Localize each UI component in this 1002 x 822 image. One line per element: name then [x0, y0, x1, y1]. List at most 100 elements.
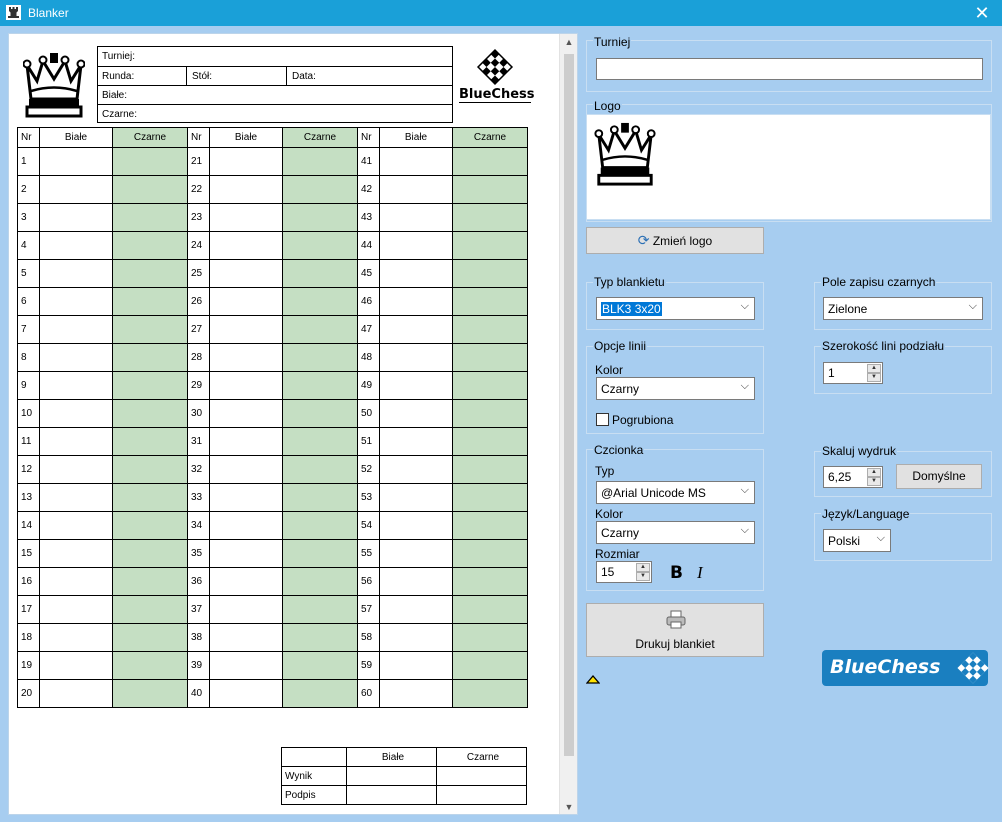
move-number: 54	[357, 511, 380, 540]
white-move-cell	[39, 259, 113, 288]
scroll-up-icon[interactable]: ▲	[560, 34, 577, 51]
black-move-cell	[452, 399, 528, 428]
white-move-cell	[39, 651, 113, 680]
bluechess-logo: BlueChess	[822, 650, 989, 686]
move-number: 45	[357, 259, 380, 288]
preview-scrollbar[interactable]: ▲ ▼	[559, 34, 577, 814]
czcionka-typ-label: Typ	[595, 464, 615, 478]
move-number: 9	[17, 371, 40, 400]
czcionka-kolor-select[interactable]: Czarny ⌵	[596, 521, 755, 544]
typ-blankietu-label: Typ blankietu	[593, 275, 666, 289]
move-number: 14	[17, 511, 40, 540]
black-move-cell	[452, 455, 528, 484]
col-nr: Nr	[357, 127, 380, 148]
scroll-down-icon[interactable]: ▼	[560, 799, 577, 814]
collapse-up-icon[interactable]	[586, 674, 600, 684]
logo-preview[interactable]	[586, 114, 991, 220]
skaluj-spinner[interactable]: 6,25 ▲ ▼	[823, 466, 883, 488]
czcionka-typ-select[interactable]: @Arial Unicode MS ⌵	[596, 481, 755, 504]
black-move-cell	[452, 427, 528, 456]
pole-zapisu-select[interactable]: Zielone ⌵	[823, 297, 983, 320]
white-move-cell	[379, 203, 453, 232]
king-crown-logo	[594, 122, 656, 186]
spin-down-icon[interactable]: ▼	[636, 572, 650, 581]
black-move-cell	[282, 427, 358, 456]
spin-up-icon[interactable]: ▲	[867, 364, 881, 373]
move-number: 41	[357, 147, 380, 176]
white-move-cell	[379, 231, 453, 260]
turniej-input[interactable]	[596, 58, 983, 80]
white-move-cell	[379, 483, 453, 512]
black-move-cell	[452, 483, 528, 512]
black-move-cell	[452, 539, 528, 568]
spin-up-icon[interactable]: ▲	[636, 563, 650, 572]
black-move-cell	[452, 259, 528, 288]
white-move-cell	[379, 371, 453, 400]
scroll-thumb[interactable]	[564, 54, 574, 756]
col-nr: Nr	[17, 127, 40, 148]
pogrubiona-label: Pogrubiona	[612, 413, 674, 427]
move-number: 58	[357, 623, 380, 652]
table-row: 3 23 43	[17, 203, 528, 232]
change-logo-button[interactable]: ⟳ Zmień logo	[586, 227, 764, 254]
move-number: 27	[187, 315, 210, 344]
black-move-cell	[282, 175, 358, 204]
logo-label: Logo	[593, 99, 622, 113]
domyslne-button[interactable]: Domyślne	[896, 464, 982, 489]
jezyk-label: Język/Language	[821, 507, 911, 521]
white-move-cell	[379, 567, 453, 596]
black-move-cell	[112, 427, 188, 456]
white-move-cell	[39, 427, 113, 456]
move-number: 39	[187, 651, 210, 680]
move-number: 21	[187, 147, 210, 176]
linia-kolor-select[interactable]: Czarny ⌵	[596, 377, 755, 400]
white-move-cell	[379, 595, 453, 624]
white-move-cell	[379, 147, 453, 176]
close-icon[interactable]: ✕	[970, 2, 994, 24]
move-number: 20	[17, 679, 40, 708]
bold-toggle[interactable]: B	[670, 563, 683, 583]
chessboard-diamond-icon	[957, 652, 989, 684]
typ-blankietu-select[interactable]: BLK3 3x20 ⌵	[596, 297, 755, 320]
black-move-cell	[112, 315, 188, 344]
jezyk-select[interactable]: Polski ⌵	[823, 529, 891, 552]
spin-down-icon[interactable]: ▼	[867, 373, 881, 382]
czcionka-rozmiar-spinner[interactable]: 15 ▲ ▼	[596, 561, 652, 583]
szerokosc-spinner[interactable]: 1 ▲ ▼	[823, 362, 883, 384]
table-row: 12 32 52	[17, 455, 528, 484]
black-move-cell	[282, 623, 358, 652]
move-number: 7	[17, 315, 40, 344]
table-row: 5 25 45	[17, 259, 528, 288]
spin-up-icon[interactable]: ▲	[867, 468, 881, 477]
title-bar: Blanker ✕	[0, 0, 1002, 26]
white-move-cell	[39, 203, 113, 232]
white-move-cell	[209, 511, 283, 540]
move-number: 53	[357, 483, 380, 512]
white-move-cell	[209, 287, 283, 316]
opcje-linii-label: Opcje linii	[593, 339, 648, 353]
pogrubiona-checkbox[interactable]	[596, 413, 609, 426]
czcionka-rozmiar-label: Rozmiar	[595, 547, 640, 561]
italic-toggle[interactable]: I	[697, 563, 703, 583]
move-number: 36	[187, 567, 210, 596]
linia-kolor-label: Kolor	[595, 363, 624, 377]
drukuj-button[interactable]: Drukuj blankiet	[586, 603, 764, 657]
skaluj-label: Skaluj wydruk	[821, 444, 898, 458]
szerokosc-label: Szerokość lini podziału	[821, 339, 946, 353]
black-move-cell	[112, 203, 188, 232]
black-move-cell	[112, 175, 188, 204]
black-move-cell	[112, 483, 188, 512]
white-move-cell	[379, 455, 453, 484]
spin-down-icon[interactable]: ▼	[867, 477, 881, 486]
move-number: 44	[357, 231, 380, 260]
black-move-cell	[112, 651, 188, 680]
table-row: 16 36 56	[17, 567, 528, 596]
move-number: 59	[357, 651, 380, 680]
black-move-cell	[282, 567, 358, 596]
white-move-cell	[379, 399, 453, 428]
black-move-cell	[452, 595, 528, 624]
black-move-cell	[282, 287, 358, 316]
black-move-cell	[282, 399, 358, 428]
white-move-cell	[209, 595, 283, 624]
black-move-cell	[452, 511, 528, 540]
